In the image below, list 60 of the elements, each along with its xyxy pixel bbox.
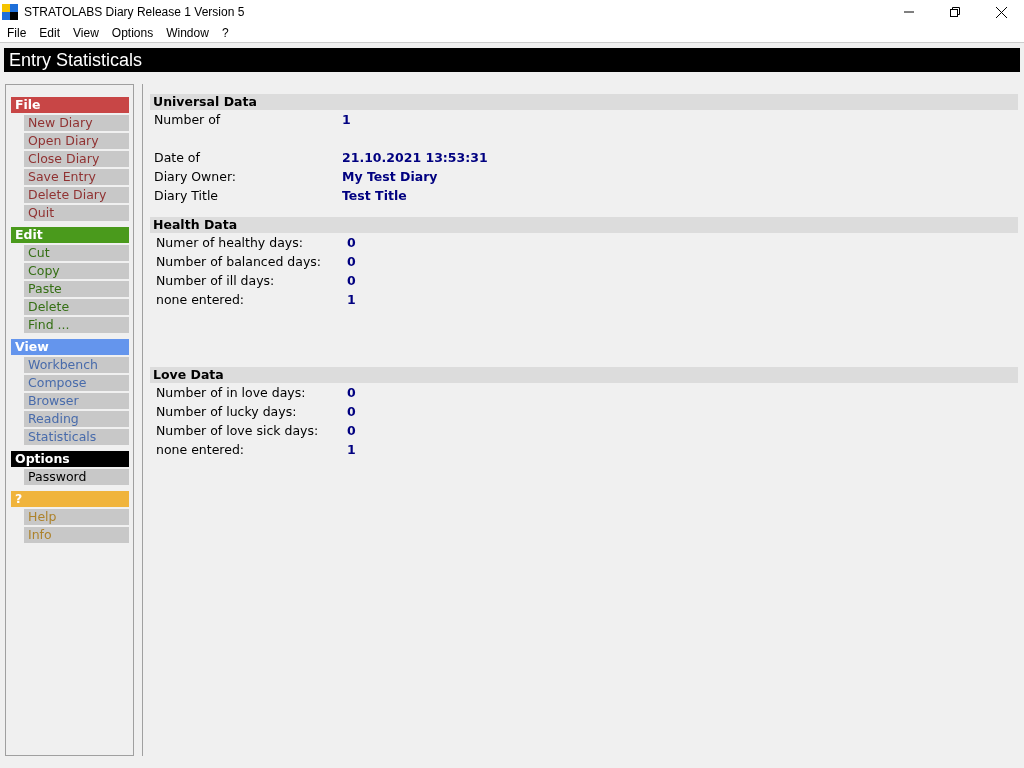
menu-item[interactable]: Edit bbox=[32, 26, 67, 40]
field-label: none entered: bbox=[156, 292, 246, 307]
field-label: Number of ill days: bbox=[156, 273, 276, 288]
sidebar-item[interactable]: Paste bbox=[24, 281, 129, 297]
field-value: 0 bbox=[347, 254, 357, 269]
window-title: STRATOLABS Diary Release 1 Version 5 bbox=[24, 5, 246, 19]
field-label: Number of lucky days: bbox=[156, 404, 298, 419]
sidebar-section-header: ? bbox=[11, 491, 129, 507]
sidebar-section-header: Edit bbox=[11, 227, 129, 243]
sidebar-item[interactable]: Delete Diary bbox=[24, 187, 129, 203]
sidebar-item[interactable]: Cut bbox=[24, 245, 129, 261]
field-value: 1 bbox=[342, 112, 352, 127]
menu-item[interactable]: ? bbox=[214, 26, 235, 40]
field-value: My Test Diary bbox=[342, 169, 439, 184]
field-label: Numer of healthy days: bbox=[156, 235, 304, 250]
sidebar-item[interactable]: Close Diary bbox=[24, 151, 129, 167]
field-value: 0 bbox=[347, 404, 357, 419]
field-value: 0 bbox=[347, 273, 357, 288]
section-header: Health Data bbox=[150, 217, 1018, 233]
sidebar-item[interactable]: Reading bbox=[24, 411, 129, 427]
field-value: 21.10.2021 13:53:31 bbox=[342, 150, 489, 165]
sidebar-item[interactable]: Browser bbox=[24, 393, 129, 409]
field-label: Number of bbox=[154, 112, 222, 127]
sidebar-item[interactable]: Copy bbox=[24, 263, 129, 279]
sidebar-item[interactable]: Password bbox=[24, 469, 129, 485]
menu-item[interactable]: Window bbox=[159, 26, 215, 40]
restore-icon[interactable] bbox=[950, 7, 960, 17]
close-icon[interactable] bbox=[995, 6, 1007, 18]
menu-item[interactable]: View bbox=[66, 26, 105, 40]
sidebar-item[interactable]: Delete bbox=[24, 299, 129, 315]
sidebar-item[interactable]: Quit bbox=[24, 205, 129, 221]
section-header: Universal Data bbox=[150, 94, 1018, 110]
page-title: Entry Statisticals bbox=[4, 48, 1020, 72]
sidebar-section-header: View bbox=[11, 339, 129, 355]
field-value: 1 bbox=[347, 292, 357, 307]
field-value: 0 bbox=[347, 423, 357, 438]
sidebar-item[interactable]: Statisticals bbox=[24, 429, 129, 445]
field-label: Diary Owner: bbox=[154, 169, 238, 184]
sidebar-section-header: Options bbox=[11, 451, 129, 467]
field-label: Diary Title bbox=[154, 188, 220, 203]
sidebar-item[interactable]: Workbench bbox=[24, 357, 129, 373]
sidebar-section-header: File bbox=[11, 97, 129, 113]
app-logo-icon bbox=[2, 4, 18, 20]
menu-item[interactable]: Options bbox=[104, 26, 160, 40]
sidebar-item[interactable]: Save Entry bbox=[24, 169, 129, 185]
field-label: Number of love sick days: bbox=[156, 423, 320, 438]
sidebar-item[interactable]: New Diary bbox=[24, 115, 129, 131]
field-label: Date of bbox=[154, 150, 201, 165]
sidebar-item[interactable]: Find ... bbox=[24, 317, 129, 333]
field-value: Test Title bbox=[342, 188, 408, 203]
menu-item[interactable]: File bbox=[0, 26, 33, 40]
field-label: Number of balanced days: bbox=[156, 254, 323, 269]
field-label: Number of in love days: bbox=[156, 385, 307, 400]
field-value: 1 bbox=[347, 442, 357, 457]
sidebar-item[interactable]: Open Diary bbox=[24, 133, 129, 149]
field-label: none entered: bbox=[156, 442, 246, 457]
field-value: 0 bbox=[347, 235, 357, 250]
field-value: 0 bbox=[347, 385, 357, 400]
sidebar-item[interactable]: Compose bbox=[24, 375, 129, 391]
section-header: Love Data bbox=[150, 367, 1018, 383]
